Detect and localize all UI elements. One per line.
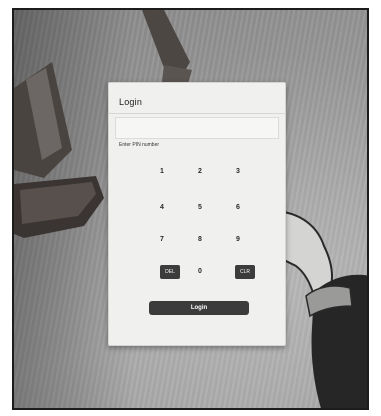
- login-dialog: Login Enter PIN number 1 2 3 4 5 6 7 8 9…: [108, 82, 286, 346]
- hand-outline: [283, 210, 333, 298]
- screenshot-frame: Login Enter PIN number 1 2 3 4 5 6 7 8 9…: [0, 0, 381, 416]
- key-6[interactable]: 6: [223, 199, 253, 217]
- key-8[interactable]: 8: [185, 231, 215, 249]
- delete-button[interactable]: DEL: [160, 265, 180, 279]
- pin-prompt-label: Enter PIN number: [119, 142, 160, 148]
- login-button[interactable]: Login: [149, 301, 249, 315]
- title-divider: [109, 113, 285, 114]
- key-0[interactable]: 0: [185, 263, 215, 281]
- key-3[interactable]: 3: [223, 163, 253, 181]
- dialog-title: Login: [119, 97, 143, 107]
- key-1[interactable]: 1: [147, 163, 177, 181]
- key-2[interactable]: 2: [185, 163, 215, 181]
- key-4[interactable]: 4: [147, 199, 177, 217]
- photo-backdrop: Login Enter PIN number 1 2 3 4 5 6 7 8 9…: [12, 8, 369, 410]
- clear-button[interactable]: CLR: [235, 265, 255, 279]
- key-9[interactable]: 9: [223, 231, 253, 249]
- key-5[interactable]: 5: [185, 199, 215, 217]
- pin-input[interactable]: [115, 117, 279, 139]
- key-7[interactable]: 7: [147, 231, 177, 249]
